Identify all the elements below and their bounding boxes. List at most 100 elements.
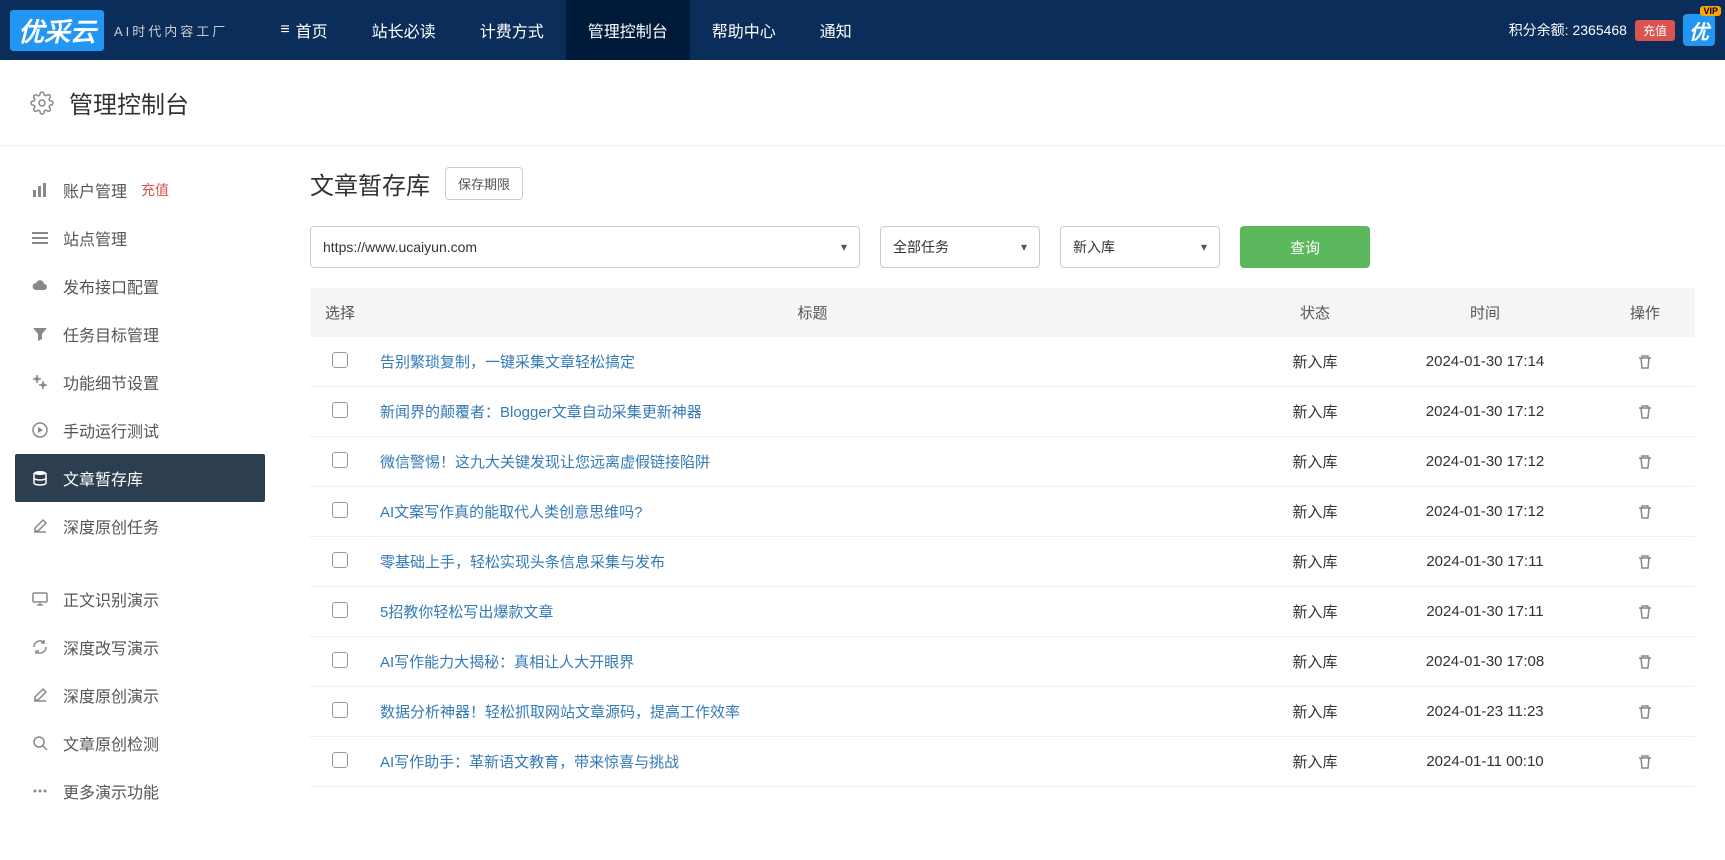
row-status: 新入库 <box>1255 337 1375 387</box>
articles-table: 选择 标题 状态 时间 操作 告别繁琐复制，一键采集文章轻松搞定新入库2024-… <box>310 288 1695 787</box>
gear-icon <box>30 91 54 115</box>
query-button[interactable]: 查询 <box>1240 226 1370 268</box>
col-time: 时间 <box>1375 288 1595 337</box>
delete-icon[interactable] <box>1637 553 1653 570</box>
row-time: 2024-01-30 17:14 <box>1375 337 1595 387</box>
sidebar-item-desktop[interactable]: 正文识别演示 <box>15 575 265 623</box>
col-select: 选择 <box>310 288 370 337</box>
table-row: 数据分析神器！轻松抓取网站文章源码，提高工作效率新入库2024-01-23 11… <box>310 687 1695 737</box>
page-title: 管理控制台 <box>69 85 189 120</box>
article-link[interactable]: AI写作助手：革新语文教育，带来惊喜与挑战 <box>380 754 679 771</box>
task-select[interactable]: 全部任务 ▾ <box>880 226 1040 268</box>
sidebar-item-search[interactable]: 文章原创检测 <box>15 719 265 767</box>
delete-icon[interactable] <box>1637 703 1653 720</box>
nav-item-5[interactable]: 通知 <box>798 0 874 60</box>
row-checkbox[interactable] <box>332 652 348 668</box>
article-link[interactable]: 5招教你轻松写出爆款文章 <box>380 604 553 621</box>
table-row: 零基础上手，轻松实现头条信息采集与发布 新入库2024-01-30 17:11 <box>310 537 1695 587</box>
play-icon <box>31 421 49 439</box>
desktop-icon <box>31 590 49 608</box>
dots-icon <box>31 782 49 800</box>
article-link[interactable]: 新闻界的颠覆者：Blogger文章自动采集更新神器 <box>380 404 702 421</box>
top-navbar: 优采云 AI时代内容工厂 ≡首页站长必读计费方式管理控制台帮助中心通知 积分余额… <box>0 0 1725 60</box>
row-checkbox[interactable] <box>332 752 348 768</box>
row-status: 新入库 <box>1255 737 1375 787</box>
nav-item-2[interactable]: 计费方式 <box>458 0 566 60</box>
filter-icon <box>31 325 49 343</box>
sidebar-item-cloud[interactable]: 发布接口配置 <box>15 262 265 310</box>
article-link[interactable]: 微信警惕！这九大关键发现让您远离虚假链接陷阱 <box>380 454 710 471</box>
edit-icon <box>31 517 49 535</box>
row-checkbox[interactable] <box>332 552 348 568</box>
row-status: 新入库 <box>1255 537 1375 587</box>
table-row: 微信警惕！这九大关键发现让您远离虚假链接陷阱 新入库2024-01-30 17:1… <box>310 437 1695 487</box>
article-link[interactable]: AI文案写作真的能取代人类创意思维吗? <box>380 504 643 521</box>
row-checkbox[interactable] <box>332 352 348 368</box>
table-row: 新闻界的颠覆者：Blogger文章自动采集更新神器新入库2024-01-30 1… <box>310 387 1695 437</box>
row-time: 2024-01-30 17:12 <box>1375 387 1595 437</box>
main-content: 文章暂存库 保存期限 https://www.ucaiyun.com ▾ 全部任… <box>280 146 1725 835</box>
bar-chart-icon <box>31 181 49 199</box>
nav-item-1[interactable]: 站长必读 <box>350 0 458 60</box>
recharge-button[interactable]: 充值 <box>1635 20 1675 41</box>
delete-icon[interactable] <box>1637 603 1653 620</box>
sidebar-item-cogs[interactable]: 功能细节设置 <box>15 358 265 406</box>
delete-icon[interactable] <box>1637 503 1653 520</box>
logo-subtitle: AI时代内容工厂 <box>114 21 228 40</box>
sidebar-item-database[interactable]: 文章暂存库 <box>15 454 265 502</box>
main-title: 文章暂存库 <box>310 166 430 201</box>
page-header: 管理控制台 <box>0 60 1725 146</box>
row-time: 2024-01-30 17:12 <box>1375 487 1595 537</box>
row-time: 2024-01-30 17:08 <box>1375 637 1595 687</box>
sidebar-item-refresh[interactable]: 深度改写演示 <box>15 623 265 671</box>
row-status: 新入库 <box>1255 487 1375 537</box>
sidebar: 账户管理充值站点管理发布接口配置任务目标管理功能细节设置手动运行测试文章暂存库深… <box>0 146 280 835</box>
article-link[interactable]: AI写作能力大揭秘：真相让人大开眼界 <box>380 654 634 671</box>
delete-icon[interactable] <box>1637 753 1653 770</box>
row-time: 2024-01-30 17:11 <box>1375 537 1595 587</box>
sidebar-item-edit[interactable]: 深度原创演示 <box>15 671 265 719</box>
sidebar-item-play[interactable]: 手动运行测试 <box>15 406 265 454</box>
search-icon <box>31 734 49 752</box>
nav-item-3[interactable]: 管理控制台 <box>566 0 690 60</box>
row-status: 新入库 <box>1255 637 1375 687</box>
chevron-down-icon: ▾ <box>841 240 847 254</box>
badge: 充值 <box>141 180 169 200</box>
nav-item-0[interactable]: ≡首页 <box>258 0 349 60</box>
delete-icon[interactable] <box>1637 453 1653 470</box>
delete-icon[interactable] <box>1637 653 1653 670</box>
retention-button[interactable]: 保存期限 <box>445 167 523 200</box>
delete-icon[interactable] <box>1637 403 1653 420</box>
row-status: 新入库 <box>1255 437 1375 487</box>
refresh-icon <box>31 638 49 656</box>
nav-item-4[interactable]: 帮助中心 <box>690 0 798 60</box>
row-checkbox[interactable] <box>332 452 348 468</box>
sidebar-item-list[interactable]: 站点管理 <box>15 214 265 262</box>
url-select[interactable]: https://www.ucaiyun.com ▾ <box>310 226 860 268</box>
edit-icon <box>31 686 49 704</box>
row-checkbox[interactable] <box>332 602 348 618</box>
article-link[interactable]: 零基础上手，轻松实现头条信息采集与发布 <box>380 554 665 571</box>
row-status: 新入库 <box>1255 687 1375 737</box>
row-checkbox[interactable] <box>332 402 348 418</box>
status-select[interactable]: 新入库 ▾ <box>1060 226 1220 268</box>
table-row: AI写作能力大揭秘：真相让人大开眼界 新入库2024-01-30 17:08 <box>310 637 1695 687</box>
sidebar-item-dots[interactable]: 更多演示功能 <box>15 767 265 815</box>
logo: 优采云 <box>10 10 104 51</box>
delete-icon[interactable] <box>1637 353 1653 370</box>
article-link[interactable]: 告别繁琐复制，一键采集文章轻松搞定 <box>380 354 635 371</box>
row-checkbox[interactable] <box>332 702 348 718</box>
sidebar-item-bar-chart[interactable]: 账户管理充值 <box>15 166 265 214</box>
points-label: 积分余额: 2365468 <box>1509 20 1627 40</box>
vip-icon[interactable]: 优VIP <box>1683 14 1715 46</box>
row-time: 2024-01-30 17:11 <box>1375 587 1595 637</box>
col-title: 标题 <box>370 288 1255 337</box>
row-time: 2024-01-30 17:12 <box>1375 437 1595 487</box>
row-checkbox[interactable] <box>332 502 348 518</box>
list-icon <box>31 229 49 247</box>
col-status: 状态 <box>1255 288 1375 337</box>
article-link[interactable]: 数据分析神器！轻松抓取网站文章源码，提高工作效率 <box>380 704 740 721</box>
sidebar-item-filter[interactable]: 任务目标管理 <box>15 310 265 358</box>
chevron-down-icon: ▾ <box>1201 240 1207 254</box>
sidebar-item-edit[interactable]: 深度原创任务 <box>15 502 265 550</box>
